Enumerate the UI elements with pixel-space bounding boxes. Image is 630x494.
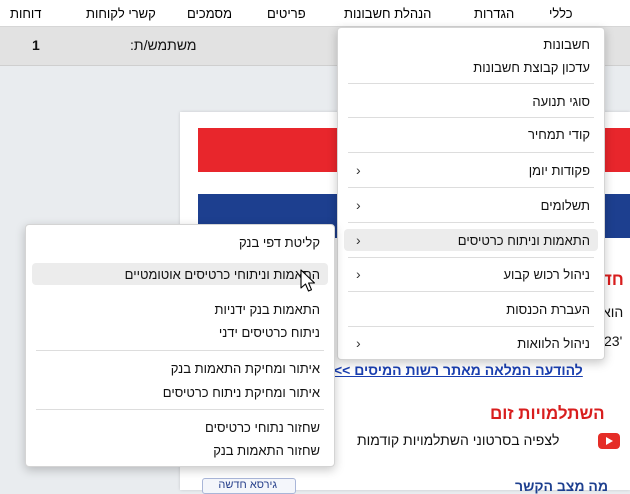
menu-documents[interactable]: מסמכים <box>187 6 232 21</box>
menu-general[interactable]: כללי <box>549 6 573 21</box>
user-label: משתמש/ת: <box>130 37 197 53</box>
menu-item-payments[interactable]: תשלומים ‹ <box>344 194 598 216</box>
submenu-item-bank-statement-import[interactable]: קליטת דפי בנק <box>32 231 328 253</box>
menu-settings[interactable]: הגדרות <box>474 6 514 21</box>
submenu-item-auto-reconciliation[interactable]: התאמות וניתוחי כרטיסים אוטומטיים <box>32 263 328 285</box>
submenu-item-manual-bank-reconciliation[interactable]: התאמות בנק ידניות <box>32 298 328 320</box>
menu-item-journal-entries[interactable]: פקודות יומן ‹ <box>344 159 598 181</box>
reconciliation-submenu: קליטת דפי בנק התאמות וניתוחי כרטיסים אוט… <box>25 224 335 467</box>
menu-bar: כללי הגדרות הנהלת חשבונות פריטים מסמכים … <box>0 0 630 27</box>
submenu-item-find-delete-bank-reconciliation[interactable]: איתור ומחיקת התאמות בנק <box>32 357 328 379</box>
separator <box>348 326 594 327</box>
separator <box>348 83 594 84</box>
chevron-left-icon: ‹ <box>356 335 361 351</box>
menu-accounting[interactable]: הנהלת חשבונות <box>344 6 431 21</box>
separator <box>348 222 594 223</box>
chevron-left-icon: ‹ <box>356 266 361 282</box>
menu-item-update-account-group[interactable]: עדכון קבוצת חשבונות <box>344 56 598 78</box>
news-line-1: הוא <box>602 304 624 320</box>
menu-item-reconciliation-card-analysis[interactable]: התאמות וניתוח כרטיסים ‹ <box>344 229 598 251</box>
separator <box>348 257 594 258</box>
separator <box>348 152 594 153</box>
settings-menu: חשבונות עדכון קבוצת חשבונות סוגי תנועה ק… <box>337 27 605 360</box>
news-line-2: '23 <box>604 333 623 349</box>
separator <box>36 409 324 410</box>
separator <box>348 291 594 292</box>
menu-item-accounts[interactable]: חשבונות <box>344 33 598 55</box>
chevron-left-icon: ‹ <box>356 162 361 178</box>
menu-item-cost-codes[interactable]: קודי תמחיר <box>344 123 598 145</box>
menu-item-fixed-assets[interactable]: ניהול רכוש קבוע ‹ <box>344 263 598 285</box>
separator <box>348 187 594 188</box>
submenu-item-restore-card-analysis[interactable]: שחזור נתוחי כרטיסים <box>32 416 328 438</box>
separator <box>36 350 324 351</box>
new-version-button[interactable]: גירסא חדשה <box>202 478 296 494</box>
menu-item-revenue-transfer[interactable]: העברת הכנסות <box>344 298 598 320</box>
submenu-item-find-delete-card-analysis[interactable]: איתור ומחיקת ניתוח כרטיסים <box>32 381 328 403</box>
chevron-left-icon: ‹ <box>356 232 361 248</box>
user-number: 1 <box>32 37 40 53</box>
tax-authority-link[interactable]: להודעה המלאה מאתר רשות המיסים >> <box>334 362 583 378</box>
menu-reports[interactable]: דוחות <box>10 6 42 21</box>
menu-customer-relations[interactable]: קשרי לקוחות <box>86 6 156 21</box>
submenu-item-restore-bank-reconciliation[interactable]: שחזור התאמות בנק <box>32 439 328 461</box>
chevron-left-icon: ‹ <box>356 197 361 213</box>
bottom-heading: מה מצב הקשר <box>515 478 609 494</box>
zoom-videos-link[interactable]: לצפיה בסרטוני השתלמויות קודמות <box>357 432 559 448</box>
news-heading: חד <box>602 270 624 289</box>
menu-item-transaction-types[interactable]: סוגי תנועה <box>344 90 598 112</box>
zoom-heading: השתלמויות זום <box>490 404 605 423</box>
separator <box>348 117 594 118</box>
menu-item-loan-management[interactable]: ניהול הלוואות ‹ <box>344 332 598 354</box>
submenu-item-manual-card-analysis[interactable]: ניתוח כרטיסים ידני <box>32 321 328 343</box>
youtube-icon[interactable] <box>598 433 620 449</box>
menu-items[interactable]: פריטים <box>267 6 306 21</box>
